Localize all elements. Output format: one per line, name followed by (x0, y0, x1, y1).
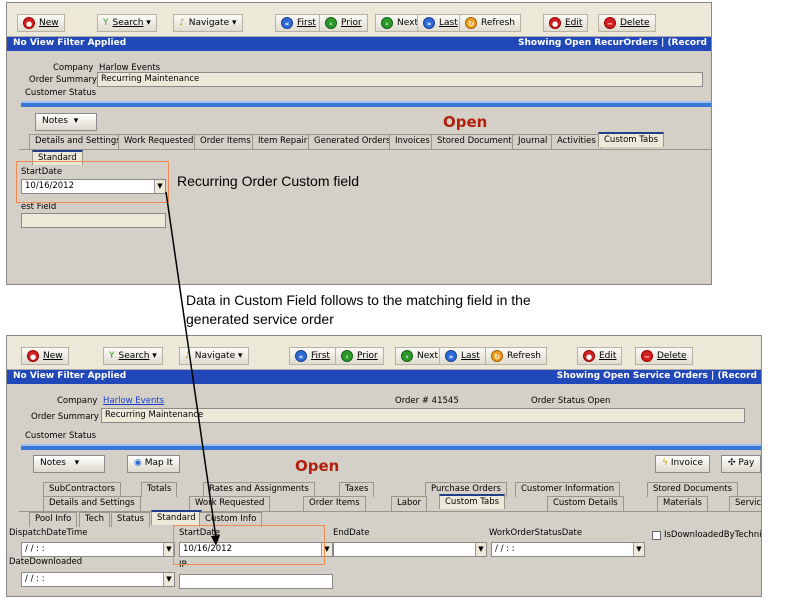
arrow-head (211, 535, 220, 546)
arrow-line (165, 191, 217, 539)
arrow-connector (165, 191, 220, 546)
